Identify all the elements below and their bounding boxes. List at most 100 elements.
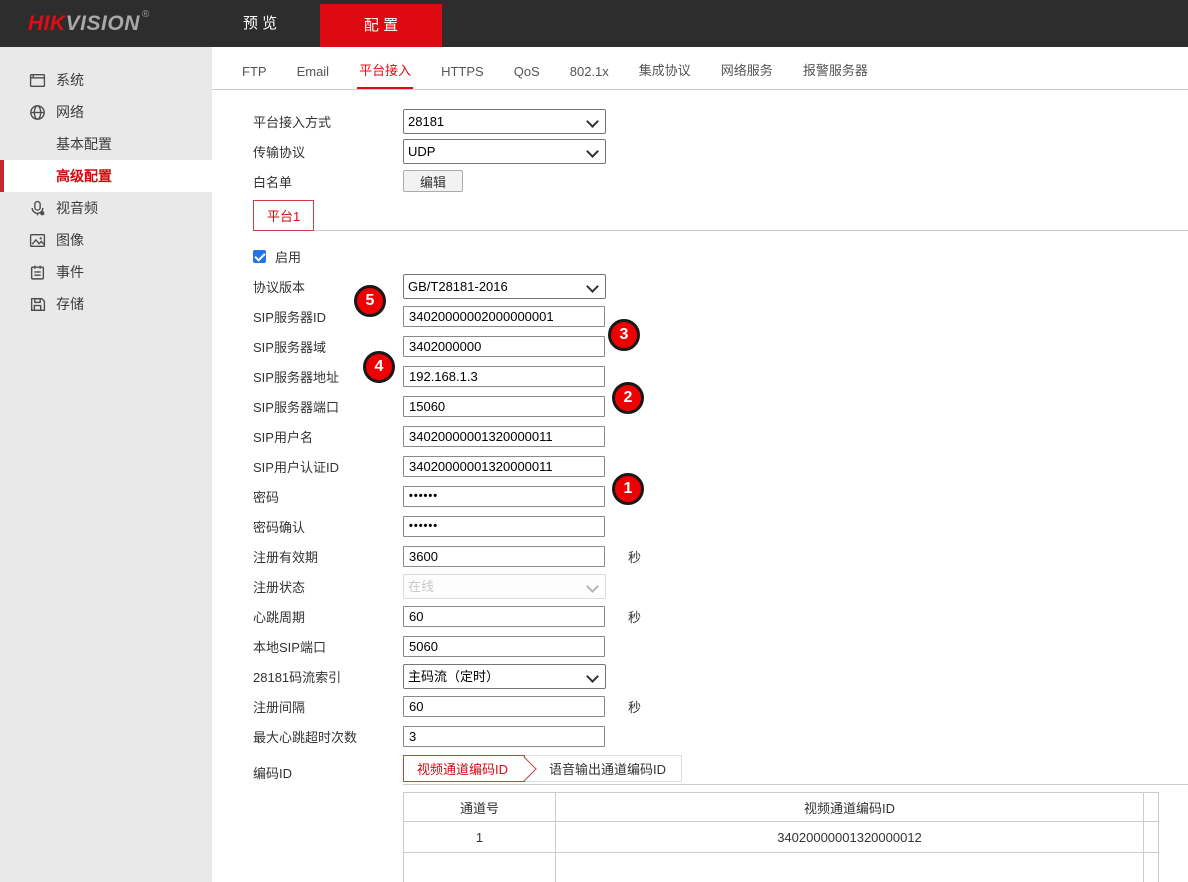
enable-label: 启用 [275,247,301,266]
transport-protocol-select[interactable]: UDP [403,139,606,164]
tab-ftp[interactable]: FTP [240,64,269,89]
register-validity-unit: 秒 [628,547,641,566]
tab-platform-1[interactable]: 平台1 [253,200,314,231]
sidebar-item-label: 事件 [56,262,84,282]
platform-tab-row: 平台1 [253,200,1188,231]
image-icon [29,232,46,249]
encoding-id-label: 编码ID [253,763,403,782]
protocol-version-select-wrap: GB/T28181-2016 [403,274,606,299]
stream-index-select[interactable]: 主码流（定时） [403,664,606,689]
whitelist-edit-button[interactable]: 编辑 [403,170,463,192]
sidebar-item-advanced-config[interactable]: 高级配置 [0,160,212,192]
enable-checkbox[interactable] [253,250,266,263]
register-status-select-wrap: 在线 [403,574,606,599]
max-heartbeat-timeout-label: 最大心跳超时次数 [253,727,403,746]
protocol-version-select[interactable]: GB/T28181-2016 [403,274,606,299]
platform-access-mode-select-wrap: 28181 [403,109,606,134]
logo-hik: HIK [28,12,66,36]
spacer-cell [1144,822,1159,853]
register-validity-label: 注册有效期 [253,547,403,566]
sidebar-item-label: 基本配置 [56,134,112,154]
sidebar-item-label: 高级配置 [56,166,112,186]
sidebar-item-event[interactable]: 事件 [0,256,212,288]
local-sip-port-label: 本地SIP端口 [253,637,403,656]
tab-network-service[interactable]: 网络服务 [719,60,775,89]
tab-https[interactable]: HTTPS [439,64,486,89]
whitelist-label: 白名单 [253,172,403,191]
register-validity-input[interactable] [403,546,605,567]
network-icon [29,104,46,121]
sidebar-item-label: 视音频 [56,198,98,218]
channel-cell [404,853,556,882]
platform-access-mode-label: 平台接入方式 [253,112,403,131]
channel-table-header-spacer [1144,793,1159,822]
tab-platform-access[interactable]: 平台接入 [357,60,413,89]
sip-server-domain-input[interactable] [403,336,605,357]
tab-alarm-server[interactable]: 报警服务器 [801,60,870,89]
sidebar-item-network[interactable]: 网络 [0,96,212,128]
local-sip-port-input[interactable] [403,636,605,657]
channel-table-header-channel: 通道号 [404,793,556,822]
event-icon [29,264,46,281]
stream-index-label: 28181码流索引 [253,667,403,686]
sidebar-item-basic-config[interactable]: 基本配置 [0,128,212,160]
app-header: HIKVISION® 预 览 配 置 [0,0,1188,47]
tab-video-channel-encoding-id[interactable]: 视频通道编码ID [403,755,525,782]
sidebar-item-storage[interactable]: 存储 [0,288,212,320]
annotation-circle-2: 2 [612,382,644,414]
sidebar-item-system[interactable]: 系统 [0,64,212,96]
encoding-id-cell: 34020000001320000012 [556,822,1144,853]
sidebar: 系统 网络 基本配置 高级配置 视音频 图像 事件 存储 [0,47,212,882]
sidebar-item-label: 系统 [56,70,84,90]
tab-audio-output-channel-encoding-id[interactable]: 语音输出通道编码ID [525,755,682,782]
hikvision-logo: HIKVISION® [28,0,150,47]
password-confirm-input[interactable] [403,516,605,537]
platform-access-form: 平台接入方式 28181 传输协议 UDP 白名单 编辑 平台1 启用 协议版本… [212,90,1188,882]
encoding-id-cell [556,853,1144,882]
annotation-circle-5: 5 [354,285,386,317]
annotation-circle-4: 4 [363,351,395,383]
register-interval-unit: 秒 [628,697,641,716]
heartbeat-period-label: 心跳周期 [253,607,403,626]
main-content: FTP Email 平台接入 HTTPS QoS 802.1x 集成协议 网络服… [212,47,1188,882]
spacer-cell [1144,853,1159,882]
channel-cell: 1 [404,822,556,853]
sip-username-label: SIP用户名 [253,427,403,446]
max-heartbeat-timeout-input[interactable] [403,726,605,747]
tab-integration-protocol[interactable]: 集成协议 [637,60,693,89]
sidebar-item-image[interactable]: 图像 [0,224,212,256]
annotation-circle-3: 3 [608,319,640,351]
sip-server-address-input[interactable] [403,366,605,387]
tab-email[interactable]: Email [295,64,332,89]
sip-server-id-input[interactable] [403,306,605,327]
sip-auth-id-label: SIP用户认证ID [253,457,403,476]
password-input[interactable] [403,486,605,507]
tab-preview[interactable]: 预 览 [224,0,296,47]
tab-8021x[interactable]: 802.1x [568,64,611,89]
annotation-circle-1: 1 [612,473,644,505]
register-interval-input[interactable] [403,696,605,717]
sip-username-input[interactable] [403,426,605,447]
register-status-label: 注册状态 [253,577,403,596]
logo-registered-mark: ® [142,9,150,20]
table-row[interactable]: 1 34020000001320000012 [404,822,1159,853]
audio-video-icon [29,200,46,217]
system-icon [29,72,46,89]
settings-tabbar: FTP Email 平台接入 HTTPS QoS 802.1x 集成协议 网络服… [212,47,1188,90]
table-row[interactable] [404,853,1159,882]
register-interval-label: 注册间隔 [253,697,403,716]
sip-server-port-input[interactable] [403,396,605,417]
transport-protocol-select-wrap: UDP [403,139,606,164]
tab-config[interactable]: 配 置 [320,4,442,47]
sidebar-item-label: 图像 [56,230,84,250]
platform-access-mode-select[interactable]: 28181 [403,109,606,134]
tab-qos[interactable]: QoS [512,64,542,89]
heartbeat-period-input[interactable] [403,606,605,627]
register-status-select: 在线 [403,574,606,599]
heartbeat-period-unit: 秒 [628,607,641,626]
password-label: 密码 [253,487,403,506]
logo-vision: VISION [66,12,140,36]
sip-auth-id-input[interactable] [403,456,605,477]
sidebar-item-audio-video[interactable]: 视音频 [0,192,212,224]
encoding-id-tabs: 视频通道编码ID 语音输出通道编码ID [403,755,1188,785]
